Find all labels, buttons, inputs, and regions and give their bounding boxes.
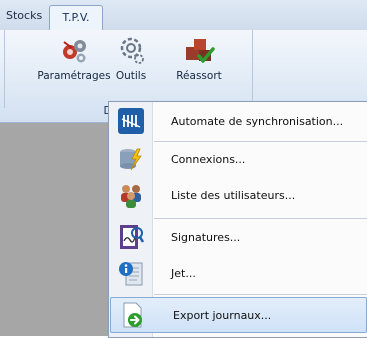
menu-item-liste-utilisateurs[interactable]: Liste des utilisateurs... [109,178,367,213]
outils-label: Outils [115,70,147,82]
ribbon-separator [4,30,5,108]
tools-icon [115,34,147,66]
menu-separator [154,218,367,219]
menu-item-signatures[interactable]: Signatures... [109,220,367,255]
menu-item-automate-synchronisation[interactable]: Automate de synchronisation... [109,104,367,139]
parametrages-label: Paramétrages [37,70,111,82]
menu-item-export-journaux[interactable]: Export journaux... [110,297,367,333]
users-list-icon [117,181,145,209]
menu-item-label: Signatures... [171,231,241,244]
restock-boxes-icon [183,34,215,66]
reassort-label: Réassort [176,70,222,82]
ribbon-tab-bar: Stocks T.P.V. [0,0,367,32]
parametrages-button[interactable]: Paramétrages [35,34,113,82]
signatures-icon [117,223,145,251]
export-journals-icon [119,301,147,329]
tab-stocks[interactable]: Stocks [0,4,48,28]
outils-dropdown-menu: Automate de synchronisation... Connexion… [108,101,367,338]
menu-item-jet[interactable]: Jet... [109,256,367,291]
jet-info-icon [117,259,145,287]
menu-item-label: Liste des utilisateurs... [171,189,296,202]
menu-separator [154,294,367,295]
connections-database-icon [117,145,145,173]
sync-automaton-icon [117,107,145,135]
outils-button[interactable]: Outils [113,34,149,82]
menu-item-label: Automate de synchronisation... [171,115,344,128]
menu-item-label: Export journaux... [173,309,272,322]
reassort-button[interactable]: Réassort [171,34,227,82]
settings-gears-icon [58,34,90,66]
menu-item-label: Jet... [171,267,196,280]
tab-tpv[interactable]: T.P.V. [49,5,103,32]
menu-item-connexions[interactable]: Connexions... [109,142,367,177]
menu-item-label: Connexions... [171,153,246,166]
